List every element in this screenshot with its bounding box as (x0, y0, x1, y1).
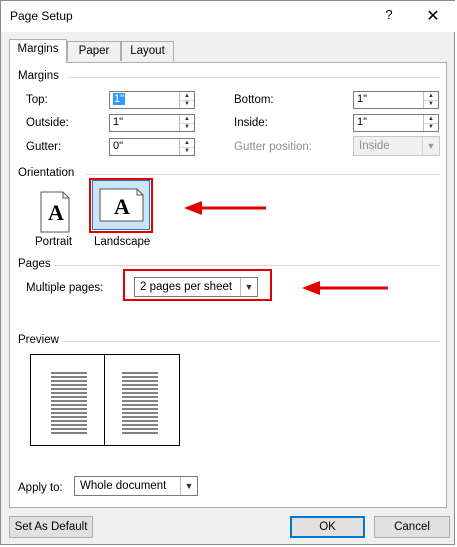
ok-button[interactable]: OK (290, 516, 365, 538)
multiple-pages-highlight-box (123, 269, 272, 301)
top-margin-value[interactable]: 1" (113, 93, 126, 105)
portrait-button[interactable]: A (27, 184, 83, 240)
orientation-divider (86, 174, 440, 175)
apply-to-label: Apply to: (18, 482, 63, 494)
top-margin-stepper[interactable]: 1" ▲ ▼ (109, 91, 195, 109)
top-margin-spin-buttons: ▲ ▼ (179, 92, 194, 108)
pages-divider (54, 265, 440, 266)
page-preview (30, 354, 180, 446)
gutter-value[interactable]: 0" (113, 140, 123, 152)
annotation-arrow-icon (302, 281, 388, 295)
gutter-label: Gutter: (26, 141, 62, 153)
title-bar: Page Setup ? ✕ (1, 1, 456, 32)
bottom-margin-stepper[interactable]: 1" ▲ ▼ (353, 91, 439, 109)
inside-margin-stepper[interactable]: 1" ▲ ▼ (353, 114, 439, 132)
apply-to-select[interactable]: Whole document ▼ (74, 476, 198, 496)
cancel-button[interactable]: Cancel (374, 516, 450, 538)
tab-paper[interactable]: Paper (67, 41, 121, 61)
preview-section-title: Preview (18, 334, 59, 346)
window-title: Page Setup (10, 9, 73, 23)
page-setup-dialog: Page Setup ? ✕ Margins Paper Layout Marg… (0, 0, 456, 545)
tab-margins[interactable]: Margins (9, 39, 67, 63)
close-icon[interactable]: ✕ (425, 6, 441, 26)
landscape-label[interactable]: Landscape (94, 236, 150, 248)
portrait-glyph: A (48, 200, 64, 225)
inside-label: Inside: (234, 117, 268, 129)
portrait-label[interactable]: Portrait (35, 236, 72, 248)
top-label: Top: (26, 94, 48, 106)
gutter-position-label: Gutter position: (234, 141, 312, 153)
gutter-position-value: Inside (359, 140, 390, 152)
gutter-spin-buttons: ▲ ▼ (179, 139, 194, 155)
preview-divider (62, 341, 440, 342)
outside-margin-spin-buttons: ▲ ▼ (179, 115, 194, 131)
outside-label: Outside: (26, 117, 69, 129)
multiple-pages-label: Multiple pages: (26, 282, 104, 294)
help-button[interactable]: ? (382, 7, 396, 22)
landscape-highlight-box (89, 178, 153, 233)
bottom-margin-value[interactable]: 1" (357, 93, 367, 105)
margins-panel: Margins Top: 1" ▲ ▼ Bottom: 1" ▲ ▼ Outsi… (9, 62, 447, 508)
bottom-margin-spin-buttons: ▲ ▼ (423, 92, 438, 108)
outside-margin-stepper[interactable]: 1" ▲ ▼ (109, 114, 195, 132)
spin-down-icon[interactable]: ▼ (424, 100, 438, 108)
inside-margin-spin-buttons: ▲ ▼ (423, 115, 438, 131)
chevron-down-icon[interactable]: ▼ (422, 137, 439, 155)
preview-pages-illustration (51, 355, 158, 445)
set-as-default-button[interactable]: Set As Default (9, 516, 93, 538)
inside-margin-value[interactable]: 1" (357, 116, 367, 128)
gutter-position-select[interactable]: Inside ▼ (353, 136, 440, 156)
pages-section-title: Pages (18, 258, 51, 270)
apply-to-value: Whole document (80, 480, 167, 492)
gutter-stepper[interactable]: 0" ▲ ▼ (109, 138, 195, 156)
bottom-label: Bottom: (234, 94, 274, 106)
spin-down-icon[interactable]: ▼ (180, 147, 194, 155)
tab-layout[interactable]: Layout (121, 41, 174, 61)
margins-divider (68, 77, 440, 78)
spin-down-icon[interactable]: ▼ (180, 123, 194, 131)
outside-margin-value[interactable]: 1" (113, 116, 123, 128)
chevron-down-icon[interactable]: ▼ (180, 477, 197, 495)
spin-down-icon[interactable]: ▼ (424, 123, 438, 131)
orientation-section-title: Orientation (18, 167, 75, 179)
margins-section-title: Margins (18, 70, 59, 82)
annotation-arrow-icon (184, 201, 266, 215)
spin-down-icon[interactable]: ▼ (180, 100, 194, 108)
